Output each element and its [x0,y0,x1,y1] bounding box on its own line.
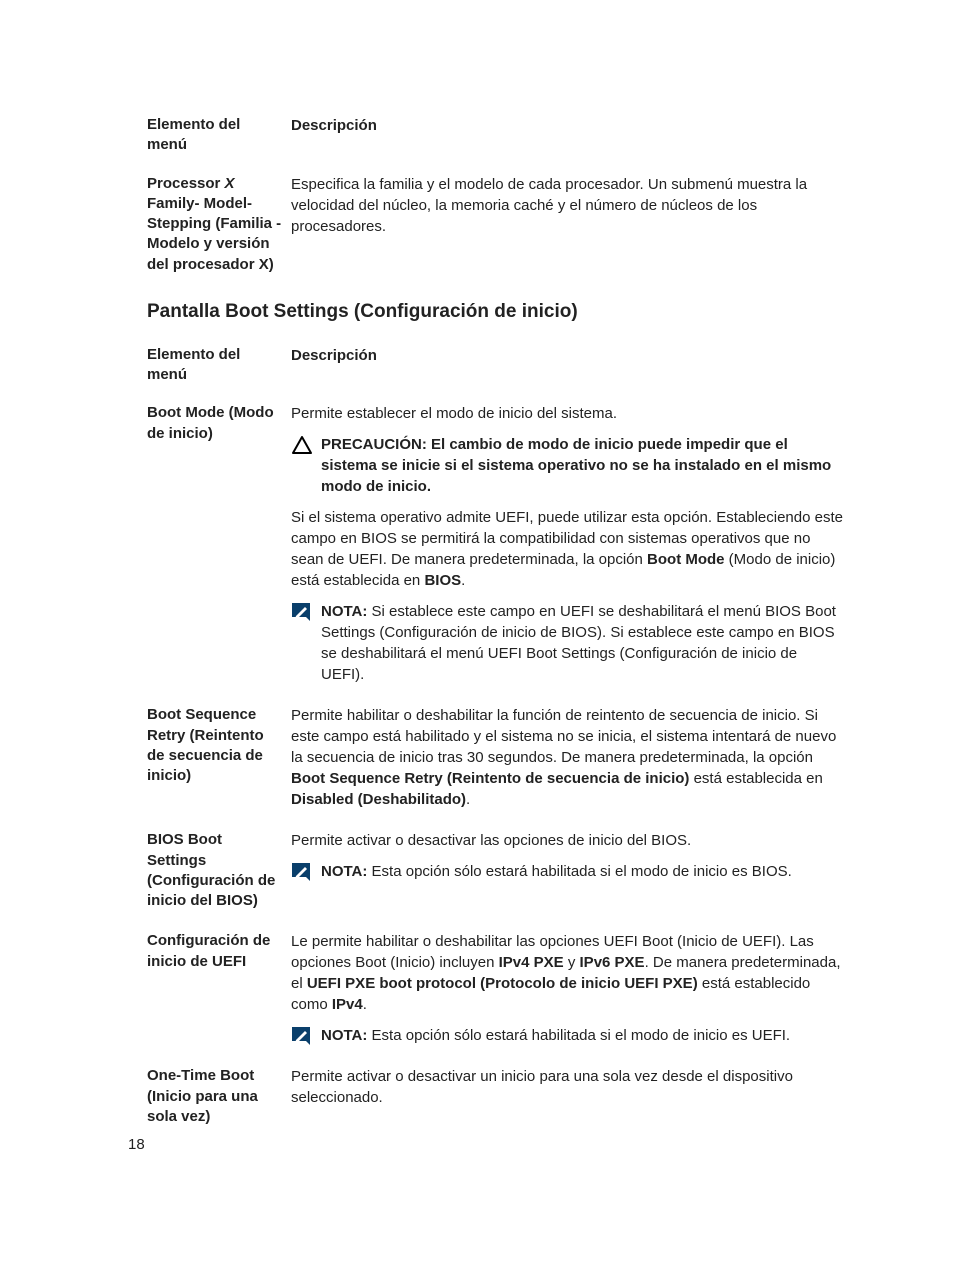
row-boot-seq-retry: Boot Sequence Retry (Reintento de secuen… [147,705,844,810]
page-number: 18 [128,1136,145,1153]
warning-triangle-icon [291,434,321,455]
row-bios-boot: BIOS Boot Settings (Configuración de ini… [147,830,844,911]
note-text-uefi-boot: NOTA: Esta opción sólo estará habilitada… [321,1025,844,1046]
processor-desc: Especifica la familia y el modelo de cad… [291,174,844,237]
bios-boot-label: BIOS Boot Settings (Configuración de ini… [147,830,291,911]
uefi-boot-label: Configuración de inicio de UEFI [147,931,291,972]
caution-callout: PRECAUCIÓN: El cambio de modo de inicio … [291,434,844,497]
bios-boot-desc: Permite activar o desactivar las opcione… [291,830,844,882]
table2-header-col1: Elemento del menú [147,345,291,386]
note-text-boot-mode: NOTA: Si establece este campo en UEFI se… [321,601,844,685]
one-time-boot-desc: Permite activar o desactivar un inicio p… [291,1066,844,1108]
note-callout-boot-mode: NOTA: Si establece este campo en UEFI se… [291,601,844,685]
bios-boot-para: Permite activar o desactivar las opcione… [291,830,844,851]
section-heading-boot-settings: Pantalla Boot Settings (Configuración de… [147,301,844,323]
note-pencil-icon [291,1025,321,1046]
boot-seq-retry-label: Boot Sequence Retry (Reintento de secuen… [147,705,291,786]
boot-seq-retry-desc: Permite habilitar o deshabilitar la func… [291,705,844,810]
uefi-boot-desc: Le permite habilitar o deshabilitar las … [291,931,844,1046]
caution-text: PRECAUCIÓN: El cambio de modo de inicio … [321,434,844,497]
note-callout-uefi-boot: NOTA: Esta opción sólo estará habilitada… [291,1025,844,1046]
note-pencil-icon [291,601,321,622]
one-time-boot-label: One-Time Boot (Inicio para una sola vez) [147,1066,291,1127]
table1-header-col2: Descripción [291,115,844,136]
boot-mode-desc: Permite establecer el modo de inicio del… [291,403,844,685]
note-pencil-icon [291,861,321,882]
row-boot-mode: Boot Mode (Modo de inicio) Permite estab… [147,403,844,685]
boot-mode-label: Boot Mode (Modo de inicio) [147,403,291,444]
row-uefi-boot: Configuración de inicio de UEFI Le permi… [147,931,844,1046]
processor-label: Processor X Family- Model-Stepping (Fami… [147,174,291,275]
row-one-time-boot: One-Time Boot (Inicio para una sola vez)… [147,1066,844,1127]
note-callout-bios-boot: NOTA: Esta opción sólo estará habilitada… [291,861,844,882]
boot-mode-para2: Si el sistema operativo admite UEFI, pue… [291,507,844,591]
table2-header-col2: Descripción [291,345,844,366]
table1-header-col1: Elemento del menú [147,115,291,156]
page: Elemento del menú Descripción Processor … [0,0,954,1268]
table1-row-processor: Processor X Family- Model-Stepping (Fami… [147,174,844,275]
table2-header: Elemento del menú Descripción [147,345,844,386]
boot-mode-para1: Permite establecer el modo de inicio del… [291,403,844,424]
note-text-bios-boot: NOTA: Esta opción sólo estará habilitada… [321,861,844,882]
table1-header: Elemento del menú Descripción [147,115,844,156]
uefi-boot-para: Le permite habilitar o deshabilitar las … [291,931,844,1015]
